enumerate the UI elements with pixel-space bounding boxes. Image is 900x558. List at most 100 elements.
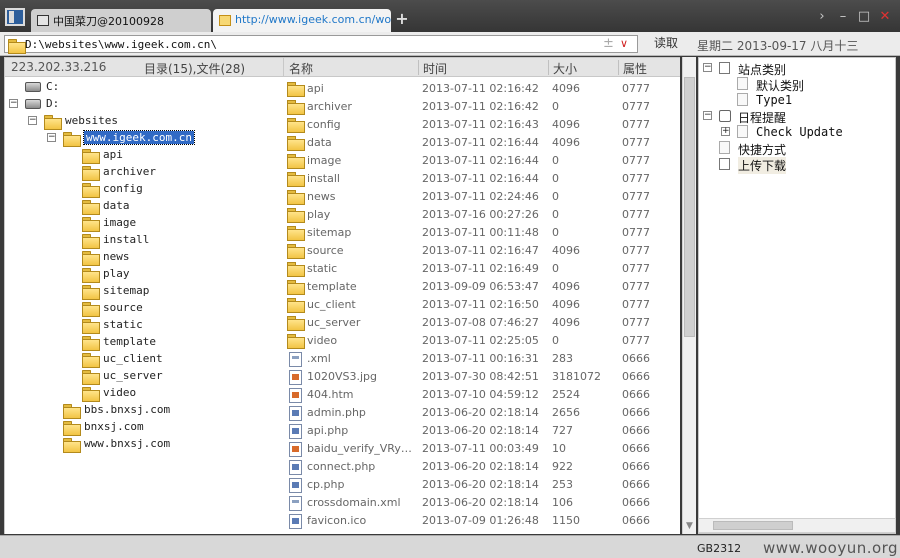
tree-node[interactable]: www.bnxsj.com bbox=[47, 436, 297, 453]
tree-node[interactable]: − D: bbox=[9, 96, 259, 112]
collapse-icon[interactable]: − bbox=[47, 133, 56, 142]
table-row[interactable]: 1020VS3.jpg 2013-07-30 08:42:51 3181072 066… bbox=[284, 367, 680, 385]
file-attr: 0666 bbox=[622, 424, 650, 437]
site-tree-item[interactable]: + Check Update bbox=[721, 124, 900, 140]
column-divider[interactable] bbox=[548, 60, 549, 75]
column-divider[interactable] bbox=[418, 60, 419, 75]
table-row[interactable]: news 2013-07-11 02:24:46 0 0777 bbox=[284, 187, 680, 205]
table-row[interactable]: api.php 2013-06-20 02:18:14 727 0666 bbox=[284, 421, 680, 439]
site-tree-item[interactable]: 默认类别 bbox=[721, 76, 900, 93]
right-panel-scrollbar[interactable] bbox=[698, 518, 896, 533]
file-size: 2656 bbox=[552, 406, 580, 419]
file-attr: 0666 bbox=[622, 406, 650, 419]
table-row[interactable]: uc_client 2013-07-11 02:16:50 4096 0777 bbox=[284, 295, 680, 313]
tree-node[interactable]: C: bbox=[9, 79, 259, 95]
tab-caidao[interactable]: 中国菜刀@20100928 bbox=[31, 9, 211, 32]
file-name: baidu_verify_VRyAKJ... bbox=[307, 442, 419, 455]
scroll-down-icon[interactable]: ▼ bbox=[684, 521, 695, 532]
file-time: 2013-07-11 00:11:48 bbox=[422, 226, 539, 239]
site-tree-item[interactable]: 快捷方式 bbox=[703, 140, 883, 157]
tree-node[interactable]: bbs.bnxsj.com bbox=[47, 402, 297, 419]
expand-icon[interactable]: + bbox=[721, 127, 730, 136]
tree-node[interactable]: uc_client bbox=[66, 351, 316, 368]
table-row[interactable]: baidu_verify_VRyAKJ... 2013-07-11 00:03:4… bbox=[284, 439, 680, 457]
maximize-icon[interactable]: □ bbox=[857, 10, 871, 24]
table-row[interactable]: cp.php 2013-06-20 02:18:14 253 0666 bbox=[284, 475, 680, 493]
table-row[interactable]: static 2013-07-11 02:16:49 0 0777 bbox=[284, 259, 680, 277]
file-name: cp.php bbox=[307, 478, 345, 491]
table-row[interactable]: .xml 2013-07-11 00:16:31 283 0666 bbox=[284, 349, 680, 367]
tree-node[interactable]: bnxsj.com bbox=[47, 419, 297, 436]
collapse-icon[interactable]: − bbox=[703, 63, 712, 72]
scrollbar-thumb[interactable] bbox=[684, 77, 695, 337]
table-row[interactable]: data 2013-07-11 02:16:44 4096 0777 bbox=[284, 133, 680, 151]
file-list-scrollbar[interactable]: ▼ bbox=[682, 57, 696, 534]
tree-node[interactable]: − websites bbox=[28, 113, 278, 130]
table-row[interactable]: template 2013-09-09 06:53:47 4096 0777 bbox=[284, 277, 680, 295]
table-row[interactable]: source 2013-07-11 02:16:47 4096 0777 bbox=[284, 241, 680, 259]
tree-node[interactable]: static bbox=[66, 317, 316, 334]
column-time-header[interactable]: 时间 bbox=[423, 60, 447, 77]
column-divider[interactable] bbox=[618, 60, 619, 75]
file-icon bbox=[289, 424, 302, 439]
app-logo-icon[interactable] bbox=[5, 8, 25, 26]
tree-node[interactable]: api bbox=[66, 147, 316, 164]
tree-node[interactable]: news bbox=[66, 249, 316, 266]
collapse-icon[interactable]: − bbox=[9, 99, 18, 108]
table-row[interactable]: api 2013-07-11 02:16:42 4096 0777 bbox=[284, 79, 680, 97]
column-size-header[interactable]: 大小 bbox=[553, 60, 577, 77]
collapse-icon[interactable]: − bbox=[703, 111, 712, 120]
new-tab-button[interactable]: + bbox=[395, 10, 409, 28]
tree-node[interactable]: uc_server bbox=[66, 368, 316, 385]
folder-icon bbox=[287, 118, 305, 133]
table-row[interactable]: 404.htm 2013-07-10 04:59:12 2524 0666 bbox=[284, 385, 680, 403]
encoding-label[interactable]: GB2312 bbox=[697, 542, 741, 555]
file-time: 2013-07-10 04:59:12 bbox=[422, 388, 539, 401]
tree-node[interactable]: archiver bbox=[66, 164, 316, 181]
tab-title: 中国菜刀@20100928 bbox=[53, 15, 164, 28]
forward-chevron-icon[interactable]: › bbox=[815, 10, 829, 24]
chevron-down-icon[interactable]: ∨ bbox=[620, 37, 628, 50]
close-icon[interactable]: ✕ bbox=[878, 10, 892, 24]
site-tree-item[interactable]: 上传下载 bbox=[703, 156, 883, 174]
file-size: 727 bbox=[552, 424, 573, 437]
table-row[interactable]: install 2013-07-11 02:16:44 0 0777 bbox=[284, 169, 680, 187]
table-row[interactable]: admin.php 2013-06-20 02:18:14 2656 0666 bbox=[284, 403, 680, 421]
table-row[interactable]: uc_server 2013-07-08 07:46:27 4096 0777 bbox=[284, 313, 680, 331]
table-row[interactable]: crossdomain.xml 2013-06-20 02:18:14 106 066… bbox=[284, 493, 680, 511]
table-row[interactable]: favicon.ico 2013-07-09 01:26:48 1150 0666 bbox=[284, 511, 680, 529]
tree-node[interactable]: source bbox=[66, 300, 316, 317]
tree-node[interactable]: video bbox=[66, 385, 316, 402]
table-row[interactable]: sitemap 2013-07-11 00:11:48 0 0777 bbox=[284, 223, 680, 241]
minimize-icon[interactable]: – bbox=[836, 10, 850, 24]
tree-node[interactable]: play bbox=[66, 266, 316, 283]
file-icon bbox=[289, 442, 302, 457]
tree-node[interactable]: config bbox=[66, 181, 316, 198]
table-row[interactable]: video 2013-07-11 02:25:05 0 0777 bbox=[284, 331, 680, 349]
table-row[interactable]: connect.php 2013-06-20 02:18:14 922 0666 bbox=[284, 457, 680, 475]
column-attr-header[interactable]: 属性 bbox=[623, 60, 647, 77]
tree-node[interactable]: install bbox=[66, 232, 316, 249]
site-tree-item[interactable]: Type1 bbox=[721, 92, 900, 108]
tree-node[interactable]: template bbox=[66, 334, 316, 351]
table-row[interactable]: play 2013-07-16 00:27:26 0 0777 bbox=[284, 205, 680, 223]
file-attr: 0777 bbox=[622, 208, 650, 221]
site-tree-item[interactable]: − 站点类别 bbox=[703, 60, 883, 77]
file-name: connect.php bbox=[307, 460, 376, 473]
column-name-header[interactable]: 名称 bbox=[289, 60, 313, 77]
bookmark-star-icon[interactable]: ± bbox=[603, 36, 614, 51]
address-input[interactable] bbox=[25, 37, 585, 51]
tree-node[interactable]: sitemap bbox=[66, 283, 316, 300]
read-button[interactable]: 读取 bbox=[644, 35, 688, 53]
tab-igeek[interactable]: http://www.igeek.com.cn/wo... bbox=[213, 9, 391, 32]
tree-node[interactable]: − www.igeek.com.cn bbox=[47, 130, 297, 147]
site-tree-item[interactable]: − 日程提醒 bbox=[703, 108, 883, 125]
folder-icon bbox=[287, 82, 305, 97]
tree-node[interactable]: data bbox=[66, 198, 316, 215]
table-row[interactable]: config 2013-07-11 02:16:43 4096 0777 bbox=[284, 115, 680, 133]
scrollbar-thumb[interactable] bbox=[713, 521, 793, 530]
table-row[interactable]: image 2013-07-11 02:16:44 0 0777 bbox=[284, 151, 680, 169]
collapse-icon[interactable]: − bbox=[28, 116, 37, 125]
tree-node[interactable]: image bbox=[66, 215, 316, 232]
table-row[interactable]: archiver 2013-07-11 02:16:42 0 0777 bbox=[284, 97, 680, 115]
